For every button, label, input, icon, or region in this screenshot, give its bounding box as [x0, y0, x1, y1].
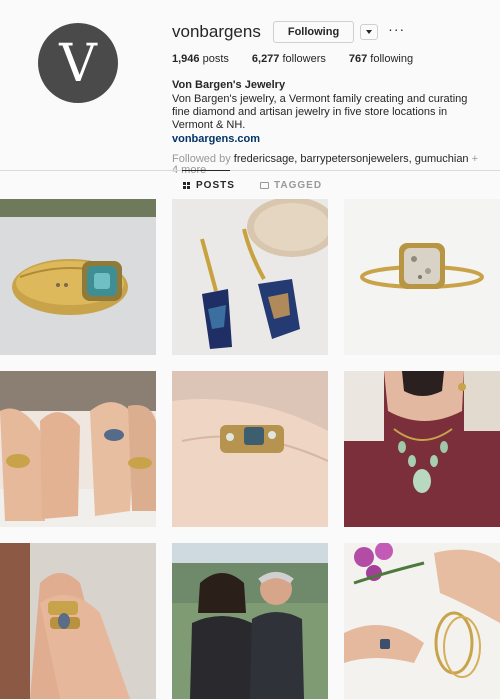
post-image — [344, 543, 500, 699]
post-image — [0, 371, 156, 527]
website-link[interactable]: vonbargens.com — [172, 133, 492, 145]
post-tile[interactable] — [0, 371, 156, 527]
full-name: Von Bargen's Jewelry — [172, 79, 286, 91]
posts-label: posts — [199, 53, 229, 65]
post-tile[interactable] — [344, 543, 500, 699]
post-image — [344, 371, 500, 527]
grid-icon — [183, 181, 191, 190]
posts-count: 1,946 — [172, 53, 200, 65]
suggestions-dropdown-button[interactable] — [360, 24, 379, 40]
following-button-label: Following — [287, 26, 340, 38]
post-image — [172, 199, 328, 355]
following-count: 767 — [348, 53, 368, 65]
tab-posts[interactable]: POSTS — [182, 170, 235, 191]
post-tile[interactable] — [0, 199, 156, 355]
username: vonbargens — [172, 22, 261, 41]
avatar[interactable]: V — [38, 23, 118, 103]
profile-info: vonbargens Following ··· 1,946 posts 6,2… — [172, 20, 492, 176]
followers-count: 6,277 — [251, 53, 280, 65]
tab-posts-label: POSTS — [196, 180, 235, 191]
post-tile[interactable] — [172, 371, 328, 527]
tag-icon — [260, 182, 269, 189]
post-image — [0, 199, 156, 355]
followers-stat[interactable]: 6,277 followers — [252, 53, 326, 65]
following-label: following — [367, 53, 414, 65]
bio: Von Bargen's jewelry, a Vermont family c… — [172, 93, 468, 131]
more-options-icon[interactable]: ··· — [388, 22, 405, 36]
profile-tabs: POSTS TAGGED — [0, 170, 500, 199]
post-image — [0, 543, 156, 699]
post-tile[interactable] — [172, 199, 328, 355]
followed-by-names: fredericsage, barrypetersonjewelers, gum… — [233, 153, 469, 165]
following-stat[interactable]: 767 following — [349, 53, 413, 65]
post-tile[interactable] — [344, 199, 500, 355]
profile-stats: 1,946 posts 6,277 followers 767 followin… — [172, 53, 492, 65]
tab-tagged[interactable]: TAGGED — [260, 180, 322, 191]
avatar-letter: V — [59, 34, 97, 94]
post-tile[interactable] — [0, 543, 156, 699]
post-image — [172, 543, 328, 699]
following-button[interactable]: Following — [272, 21, 355, 43]
post-image — [344, 199, 500, 355]
post-image — [172, 371, 328, 527]
tab-tagged-label: TAGGED — [274, 180, 323, 191]
chevron-down-icon — [366, 30, 373, 34]
posts-stat: 1,946 posts — [172, 53, 229, 65]
post-tile[interactable] — [172, 543, 328, 699]
followers-label: followers — [279, 53, 326, 65]
post-tile[interactable] — [344, 371, 500, 527]
